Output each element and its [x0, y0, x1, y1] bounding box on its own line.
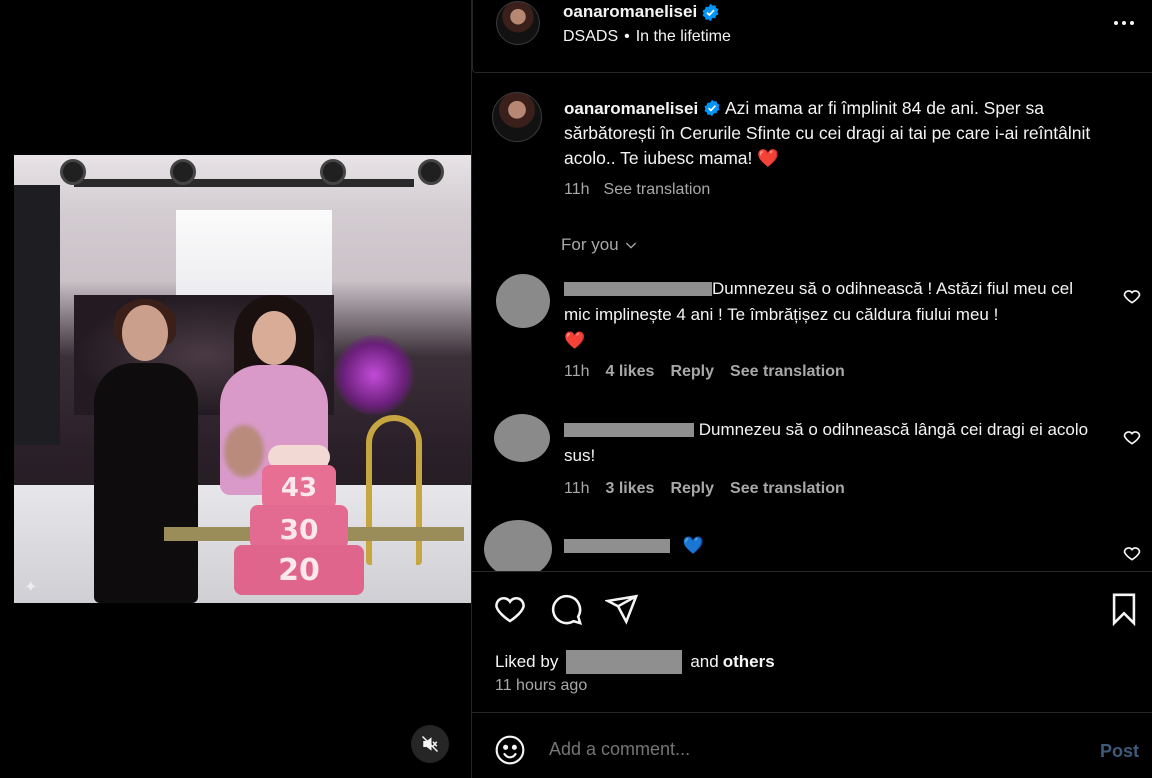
photo-purple-light — [334, 335, 414, 415]
comment-reply-button[interactable]: Reply — [670, 363, 714, 381]
redacted-username[interactable] — [564, 282, 712, 296]
photo-cake: 43 30 20 — [234, 445, 364, 603]
photo-stage-light — [170, 159, 196, 185]
verified-badge-icon — [702, 3, 719, 21]
comment-filter-label: For you — [561, 235, 619, 254]
caption-meta: 11h See translation — [564, 181, 710, 199]
redacted-liker-username[interactable] — [566, 650, 683, 674]
commenter-avatar[interactable] — [496, 274, 550, 328]
post-header: oanaromanelisei DSADS • In the lifetime — [472, 0, 1152, 73]
comment-item: Dumnezeu să o odihnească lângă cei dragi… — [472, 414, 1152, 504]
more-horizontal-icon — [1114, 21, 1118, 25]
author-row: oanaromanelisei — [563, 1, 720, 23]
verified-badge-icon — [704, 99, 720, 117]
red-heart-emoji: ❤️ — [757, 148, 780, 168]
photo-stage-light — [60, 159, 86, 185]
comment-text-block: 💙 — [564, 533, 1099, 559]
comment-meta: 11h 3 likes Reply See translation — [564, 480, 845, 498]
blue-heart-emoji: 💙 — [682, 536, 704, 555]
more-options-button[interactable] — [1111, 14, 1137, 32]
cake-number: 20 — [278, 553, 320, 588]
red-heart-emoji: ❤️ — [564, 331, 586, 350]
photo-speaker — [14, 185, 60, 445]
cake-number: 43 — [280, 473, 318, 503]
comment-filter-dropdown[interactable]: For you — [561, 235, 639, 255]
audio-label[interactable]: DSADS — [563, 28, 618, 46]
commenter-avatar[interactable] — [484, 520, 552, 571]
author-username[interactable]: oanaromanelisei — [563, 2, 697, 22]
comment-text-block: Dumnezeu să o odihnească ! Astăzi fiul m… — [564, 276, 1099, 354]
cake-number: 30 — [279, 513, 319, 546]
liked-by-and: and — [690, 652, 719, 671]
comment-see-translation[interactable]: See translation — [730, 480, 845, 498]
post-subtitle: DSADS • In the lifetime — [563, 28, 731, 46]
redacted-username[interactable] — [564, 423, 694, 437]
comment-reply-button[interactable]: Reply — [670, 480, 714, 498]
chevron-down-icon — [625, 242, 636, 249]
comment-likes[interactable]: 3 likes — [606, 480, 655, 498]
post-photo[interactable]: 43 30 20 ✦ — [14, 155, 471, 603]
liked-by-others-link[interactable]: others — [723, 652, 775, 672]
comment-time: 11h — [564, 480, 590, 497]
comment-item: Dumnezeu să o odihnească ! Astăzi fiul m… — [472, 274, 1152, 394]
post-time-ago[interactable]: 11 hours ago — [495, 677, 587, 695]
comment-time: 11h — [564, 363, 590, 380]
comment-item: 💙 — [472, 520, 1152, 571]
location-label[interactable]: In the lifetime — [636, 28, 731, 46]
commenter-avatar[interactable] — [494, 414, 550, 462]
photo-stage-light — [418, 159, 444, 185]
mute-button[interactable] — [411, 725, 449, 763]
paper-plane-icon[interactable] — [605, 592, 639, 626]
author-avatar[interactable] — [496, 1, 540, 45]
add-comment-input[interactable] — [549, 739, 1069, 760]
redacted-username[interactable] — [564, 539, 670, 553]
add-comment-bar: Post — [472, 714, 1152, 778]
caption-text-block: oanaromanelisei Azi mama ar fi împlinit … — [564, 96, 1104, 171]
separator-dot: • — [624, 28, 630, 45]
comment-meta: 11h 4 likes Reply See translation — [564, 363, 845, 381]
photo-gold-decoration — [366, 415, 422, 565]
liked-by-row: Liked by and others — [495, 650, 775, 674]
heart-outline-icon[interactable] — [493, 592, 527, 626]
like-comment-heart-icon[interactable] — [1122, 427, 1142, 447]
caption-username[interactable]: oanaromanelisei — [564, 99, 698, 118]
smiley-icon[interactable] — [494, 734, 526, 766]
photo-older-woman — [86, 299, 206, 603]
post-actions: Liked by and others 11 hours ago — [472, 571, 1152, 713]
comment-text-block: Dumnezeu să o odihnească lângă cei dragi… — [564, 417, 1099, 469]
caption-avatar[interactable] — [492, 92, 542, 142]
like-comment-heart-icon[interactable] — [1122, 543, 1142, 563]
comment-see-translation[interactable]: See translation — [730, 363, 845, 381]
photo-stage-light — [320, 159, 346, 185]
photo-truss — [74, 179, 414, 187]
speaker-muted-icon — [421, 735, 439, 753]
comment-likes[interactable]: 4 likes — [606, 363, 655, 381]
post-comment-button[interactable]: Post — [1100, 741, 1139, 762]
bookmark-icon[interactable] — [1107, 592, 1141, 626]
caption-time: 11h — [564, 181, 590, 198]
post-details-panel: oanaromanelisei DSADS • In the lifetime … — [471, 0, 1152, 778]
like-comment-heart-icon[interactable] — [1122, 286, 1142, 306]
caption-see-translation[interactable]: See translation — [604, 181, 711, 199]
comment-bubble-icon[interactable] — [549, 592, 583, 626]
liked-by-prefix: Liked by — [495, 652, 559, 671]
post-media-area: 43 30 20 ✦ — [0, 0, 471, 778]
sparkle-watermark-icon: ✦ — [24, 579, 38, 596]
